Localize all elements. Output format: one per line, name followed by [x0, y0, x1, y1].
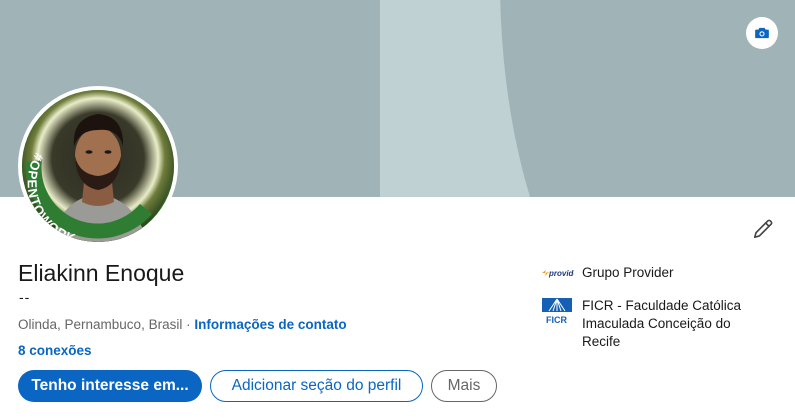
- svg-text:#OPENTOWORK: #OPENTOWORK: [25, 151, 79, 242]
- profile-location: Olinda, Pernambuco, Brasil: [18, 317, 183, 332]
- open-to-button[interactable]: Tenho interesse em...: [18, 370, 202, 402]
- contact-info-link[interactable]: Informações de contato: [194, 317, 346, 332]
- edit-intro-button[interactable]: [748, 214, 778, 244]
- experience-item-provider[interactable]: provider Grupo Provider: [540, 264, 674, 282]
- svg-text:provider: provider: [548, 269, 574, 278]
- experience-name: FICR - Faculdade Católica Imaculada Conc…: [582, 298, 742, 349]
- connections-link[interactable]: 8 conexões: [18, 343, 92, 358]
- ficr-logo: FICR: [540, 297, 574, 325]
- separator-dot: ·: [182, 317, 195, 332]
- profile-photo[interactable]: #OPENTOWORK: [18, 86, 178, 246]
- open-to-work-badge: #OPENTOWORK: [25, 151, 79, 242]
- profile-headline: --: [19, 289, 31, 305]
- svg-text:FICR: FICR: [546, 315, 567, 325]
- profile-name: Eliakinn Enoque: [18, 260, 185, 286]
- experience-name: Grupo Provider: [582, 265, 674, 280]
- edit-banner-button[interactable]: [746, 17, 778, 49]
- experience-item-ficr[interactable]: FICR FICR - Faculdade Católica Imaculada…: [540, 297, 772, 351]
- banner-arc: [380, 0, 795, 197]
- location-row: Olinda, Pernambuco, Brasil · Informações…: [18, 317, 347, 332]
- camera-icon: [755, 27, 769, 39]
- avatar: #OPENTOWORK: [22, 90, 174, 242]
- add-profile-section-button[interactable]: Adicionar seção do perfil: [210, 370, 423, 402]
- more-button[interactable]: Mais: [431, 370, 497, 402]
- provider-logo: provider: [542, 269, 574, 278]
- pencil-icon: [753, 219, 773, 239]
